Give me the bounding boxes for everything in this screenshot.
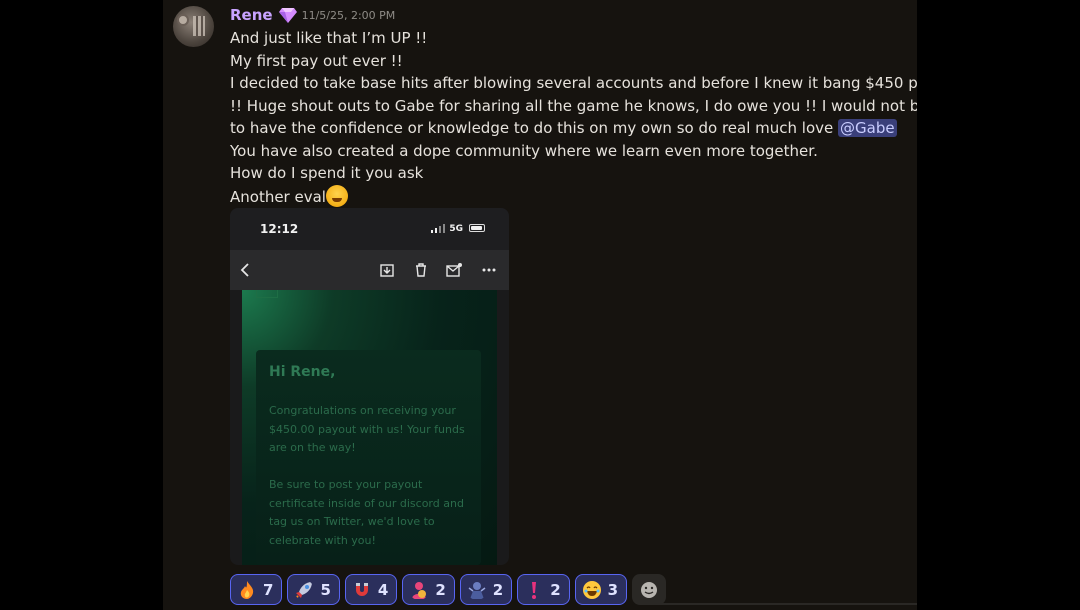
reactions-bar: 7 5 4 2 2 2 3 <box>230 574 667 605</box>
user-mention[interactable]: @Gabe <box>838 119 897 137</box>
message-line: You have also created a dope community w… <box>230 141 818 160</box>
message-line: Another eval <box>230 184 910 209</box>
email-paragraph: Congratulations on receiving your $450.0… <box>269 404 465 454</box>
fire-icon <box>240 580 254 599</box>
reaction-money-bag[interactable]: 2 <box>402 574 455 605</box>
message-line: I decided to take base hits after blowin… <box>230 74 917 92</box>
message-header: Rene 11/5/25, 2:00 PM <box>230 5 395 25</box>
more-icon[interactable] <box>481 262 497 278</box>
reaction-rocket[interactable]: 5 <box>287 574 340 605</box>
reaction-count: 2 <box>435 580 446 599</box>
phone-status-bar: 12:12 5G <box>230 208 509 250</box>
message-line: And just like that I’m UP !! <box>230 29 428 47</box>
avatar[interactable] <box>173 6 214 47</box>
mark-unread-icon[interactable] <box>446 262 462 278</box>
reaction-count: 7 <box>263 580 274 599</box>
joy-icon <box>582 580 601 599</box>
reaction-count: 2 <box>550 580 561 599</box>
message-line: My first pay out ever !! <box>230 51 403 70</box>
trash-icon[interactable] <box>413 262 429 278</box>
message-text: Another eval <box>230 187 326 206</box>
message-line: !! Huge shout outs to Gabe for sharing a… <box>230 96 917 115</box>
message-line: How do I spend it you ask <box>230 164 424 182</box>
message-line: to have the confidence or knowledge to d… <box>230 117 910 140</box>
reaction-custom[interactable]: 2 <box>459 574 513 605</box>
reaction-count: 2 <box>492 580 504 599</box>
status-time: 12:12 <box>260 222 299 236</box>
reaction-magnet[interactable]: 4 <box>344 574 398 605</box>
exclamation-icon <box>532 581 537 599</box>
reaction-count: 5 <box>320 580 331 599</box>
signal-icon <box>431 224 445 233</box>
add-reaction-button[interactable] <box>632 574 667 605</box>
magnet-icon <box>355 582 368 596</box>
timestamp[interactable]: 11/5/25, 2:00 PM <box>302 9 396 22</box>
reaction-joy[interactable]: 3 <box>574 574 628 605</box>
message-body: And just like that I’m UP !! My first pa… <box>230 27 917 209</box>
username[interactable]: Rene <box>230 6 273 24</box>
back-icon[interactable] <box>238 262 254 278</box>
add-reaction-icon <box>641 581 658 598</box>
reaction-exclamation[interactable]: 2 <box>517 574 570 605</box>
gem-icon[interactable] <box>278 7 297 23</box>
reaction-count: 3 <box>607 580 619 599</box>
network-label: 5G <box>449 224 463 234</box>
money-bag-person-icon <box>412 581 427 599</box>
custom-figure-icon <box>468 581 486 599</box>
reaction-fire[interactable]: 7 <box>230 574 283 605</box>
reaction-count: 4 <box>377 580 389 599</box>
archive-icon[interactable] <box>379 262 395 278</box>
shushing-face-icon[interactable] <box>325 184 348 207</box>
battery-icon <box>469 224 485 232</box>
mail-toolbar <box>230 250 509 290</box>
divider <box>653 603 917 605</box>
chat-panel: Rene 11/5/25, 2:00 PM And just like that… <box>163 0 917 610</box>
message-text: to have the confidence or knowledge to d… <box>230 119 834 137</box>
rocket-icon <box>295 581 313 599</box>
email-greeting: Hi Rene, <box>269 364 336 380</box>
email-paragraph: Be sure to post your payout certificate … <box>269 478 464 547</box>
image-attachment[interactable]: 12:12 5G Hi Rene, Congratulations on rec… <box>230 208 509 565</box>
email-logo <box>256 290 278 298</box>
